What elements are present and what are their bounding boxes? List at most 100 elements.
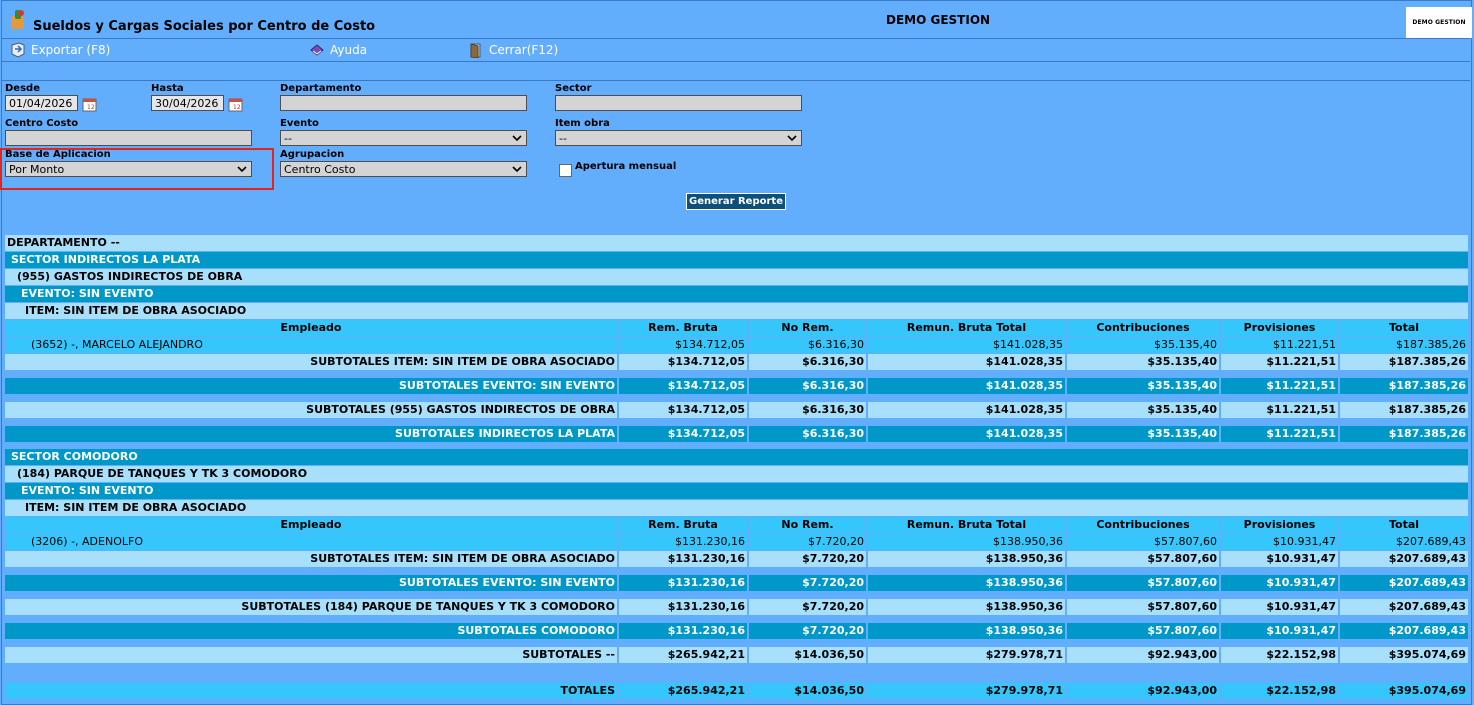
value-cell: $57.807,60 [1065, 575, 1219, 591]
value-cell: $35.135,40 [1065, 354, 1219, 370]
help-button[interactable]: Ayuda [309, 42, 367, 58]
subtotal-sector-row: SUBTOTALES INDIRECTOS LA PLATA $134.712,… [5, 426, 1468, 442]
separator-band [2, 63, 1470, 81]
value-cell: $7.720,20 [747, 599, 866, 615]
close-door-icon [470, 43, 481, 58]
totals-row: TOTALES $265.942,21 $14.036,50 $279.978,… [5, 683, 1468, 699]
value-cell: $57.807,60 [1065, 534, 1219, 550]
event-header: EVENTO: SIN EVENTO [5, 286, 1468, 302]
value-cell: $187.385,26 [1338, 378, 1468, 394]
value-cell: $131.230,16 [617, 599, 747, 615]
highlight-box [0, 148, 274, 190]
column-header-row: Empleado Rem. Bruta No Rem. Remun. Bruta… [5, 320, 1468, 336]
item-obra-label: Item obra [555, 118, 610, 129]
value-cell: $11.221,51 [1219, 354, 1338, 370]
column-header: Empleado [280, 321, 342, 334]
generate-report-button[interactable]: Generar Reporte [686, 193, 786, 210]
column-header: Total [1338, 517, 1468, 533]
value-cell: $10.931,47 [1219, 575, 1338, 591]
subtotal-department-row: SUBTOTALES -- $265.942,21 $14.036,50 $27… [5, 647, 1468, 663]
value-cell: $279.978,71 [866, 683, 1065, 699]
column-header: Remun. Bruta Total [866, 517, 1065, 533]
value-cell: $7.720,20 [747, 623, 866, 639]
value-cell: $187.385,26 [1338, 337, 1468, 353]
value-cell: $395.074,69 [1338, 683, 1468, 699]
chevron-down-icon [512, 135, 522, 142]
departamento-input[interactable] [280, 95, 527, 111]
subtotal-event-row: SUBTOTALES EVENTO: SIN EVENTO $134.712,0… [5, 378, 1468, 394]
value-cell: $35.135,40 [1065, 378, 1219, 394]
item-header: ITEM: SIN ITEM DE OBRA ASOCIADO [5, 303, 1468, 319]
subtotal-item-row: SUBTOTALES ITEM: SIN ITEM DE OBRA ASOCIA… [5, 354, 1468, 370]
close-button[interactable]: Cerrar(F12) [468, 42, 558, 58]
subtotal-sector-row: SUBTOTALES COMODORO $131.230,16 $7.720,2… [5, 623, 1468, 639]
event-header: EVENTO: SIN EVENTO [5, 483, 1468, 499]
svg-text:12: 12 [233, 104, 241, 111]
value-cell: $22.152,98 [1219, 683, 1338, 699]
value-cell: $141.028,35 [866, 337, 1065, 353]
evento-select[interactable]: -- [280, 130, 527, 146]
centro-costo-input[interactable] [5, 130, 252, 146]
calendar-icon[interactable]: 12 [81, 95, 99, 113]
value-cell: $131.230,16 [617, 623, 747, 639]
column-header: No Rem. [747, 320, 866, 336]
value-cell: $134.712,05 [617, 378, 747, 394]
sector-header: SECTOR INDIRECTOS LA PLATA [5, 252, 1468, 268]
export-button[interactable]: Exportar (F8) [10, 42, 110, 58]
column-header: Contribuciones [1065, 320, 1219, 336]
value-cell: $10.931,47 [1219, 551, 1338, 567]
value-cell: $7.720,20 [747, 551, 866, 567]
export-icon [11, 42, 25, 58]
value-cell: $6.316,30 [747, 378, 866, 394]
value-cell: $131.230,16 [617, 575, 747, 591]
value-cell: $134.712,05 [617, 337, 747, 353]
chevron-down-icon [787, 135, 797, 142]
column-header-row: Empleado Rem. Bruta No Rem. Remun. Bruta… [5, 517, 1468, 533]
employee-name: (3652) -, MARCELO ALEJANDRO [31, 338, 203, 351]
column-header: Rem. Bruta [617, 320, 747, 336]
sector-input[interactable] [555, 95, 802, 111]
value-cell: $11.221,51 [1219, 337, 1338, 353]
apertura-mensual-checkbox[interactable] [559, 164, 572, 177]
hasta-input[interactable]: 30/04/2026 [151, 95, 224, 111]
value-cell: $141.028,35 [866, 402, 1065, 418]
value-cell: $207.689,43 [1338, 599, 1468, 615]
chevron-down-icon [512, 166, 522, 173]
value-cell: $6.316,30 [747, 354, 866, 370]
hasta-label: Hasta [151, 83, 184, 94]
item-obra-value: -- [559, 132, 567, 145]
column-header: No Rem. [747, 517, 866, 533]
value-cell: $14.036,50 [747, 647, 866, 663]
value-cell: $141.028,35 [866, 426, 1065, 442]
departamento-label: Departamento [280, 83, 362, 94]
sector-header: SECTOR COMODORO [5, 449, 1468, 465]
value-cell: $279.978,71 [866, 647, 1065, 663]
calendar-icon[interactable]: 12 [227, 95, 245, 113]
company-logo: DEMO GESTION [1406, 7, 1472, 38]
toolbar: Exportar (F8) Ayuda Cerrar(F12) [2, 38, 1470, 62]
column-header: Remun. Bruta Total [866, 320, 1065, 336]
value-cell: $207.689,43 [1338, 575, 1468, 591]
app-logo-icon [11, 10, 24, 29]
employee-row: (3652) -, MARCELO ALEJANDRO $134.712,05 … [5, 337, 1468, 353]
value-cell: $187.385,26 [1338, 402, 1468, 418]
value-cell: $207.689,43 [1338, 623, 1468, 639]
value-cell: $35.135,40 [1065, 402, 1219, 418]
desde-label: Desde [5, 83, 40, 94]
value-cell: $57.807,60 [1065, 623, 1219, 639]
value-cell: $7.720,20 [747, 575, 866, 591]
value-cell: $6.316,30 [747, 426, 866, 442]
value-cell: $187.385,26 [1338, 426, 1468, 442]
value-cell: $22.152,98 [1219, 647, 1338, 663]
value-cell: $131.230,16 [617, 551, 747, 567]
desde-input[interactable]: 01/04/2026 [5, 95, 78, 111]
subtotal-item-row: SUBTOTALES ITEM: SIN ITEM DE OBRA ASOCIA… [5, 551, 1468, 567]
close-label: Cerrar(F12) [489, 43, 559, 57]
value-cell: $35.135,40 [1065, 426, 1219, 442]
value-cell: $207.689,43 [1338, 534, 1468, 550]
column-header: Empleado [280, 518, 342, 531]
value-cell: $207.689,43 [1338, 551, 1468, 567]
item-obra-select[interactable]: -- [555, 130, 802, 146]
agrupacion-select[interactable]: Centro Costo [280, 161, 527, 177]
value-cell: $134.712,05 [617, 402, 747, 418]
